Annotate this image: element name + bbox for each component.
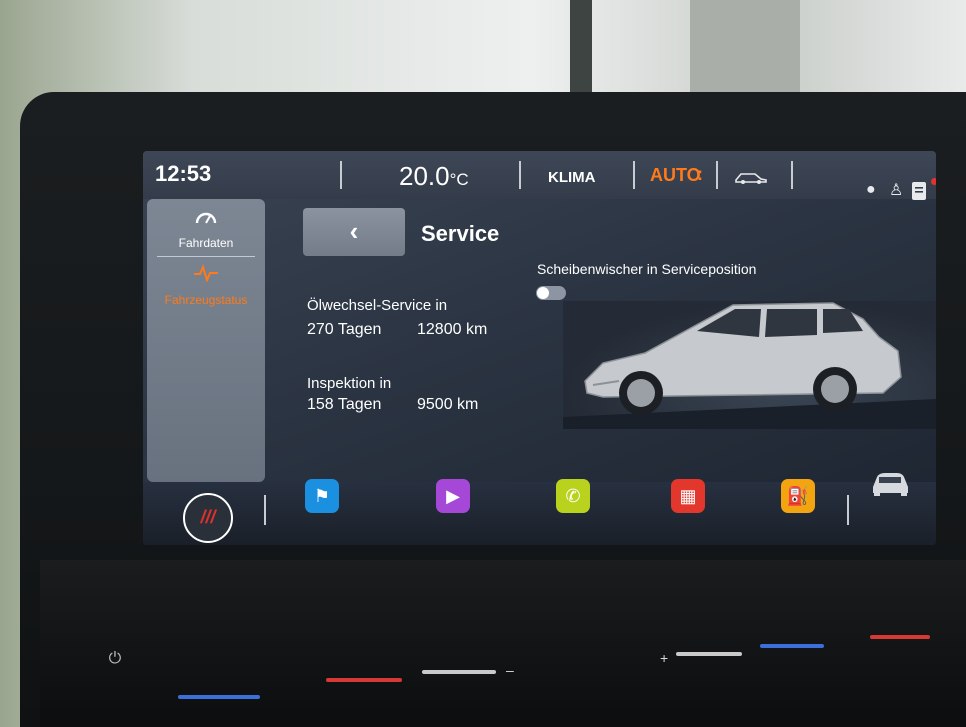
inspection-days: 158 Tagen [307, 396, 382, 413]
red-indicator-bar-right [870, 635, 930, 639]
driver-profile-icon[interactable]: ♙ [889, 180, 903, 200]
notification-badge [931, 178, 936, 185]
divider [633, 161, 635, 189]
vehicle-stage [563, 301, 936, 429]
temperature-unit: °C [449, 170, 469, 189]
power-icon[interactable]: ⏻ [106, 650, 124, 668]
sidebar: Fahrdaten Fahrzeugstatus [147, 199, 265, 482]
apps-menu-icon[interactable]: ▦ [671, 479, 705, 513]
divider [791, 161, 793, 189]
plus-icon[interactable]: + [660, 650, 668, 666]
globe-icon[interactable]: ● [866, 181, 876, 199]
auto-climate-button[interactable]: AUTO [650, 165, 701, 186]
navigation-app-icon[interactable]: ⚑ [305, 479, 339, 513]
seat-heating-button[interactable]: /// [183, 493, 233, 543]
white-indicator-bar [422, 670, 496, 674]
white-indicator-bar-right [676, 652, 742, 656]
speedometer-icon [195, 212, 217, 224]
page-title: Service [421, 221, 500, 246]
dock-divider [847, 495, 849, 525]
status-bar: 12:53 20.0°C KLIMA AUTO : ● ♙ [143, 151, 936, 201]
sidebar-divider [157, 256, 255, 257]
oil-service-km: 12800 km [417, 321, 488, 338]
blue-indicator-bar-right [760, 644, 824, 648]
wiper-service-toggle[interactable] [536, 286, 566, 300]
divider [519, 161, 521, 189]
temperature-value: 20.0 [399, 161, 450, 191]
oil-service-days: 270 Tagen [307, 321, 382, 338]
vehicle-image [563, 302, 936, 429]
oil-service-label: Ölwechsel-Service in [307, 297, 448, 314]
fuel-app-icon[interactable]: ⛽ [781, 479, 815, 513]
dock-divider [264, 495, 266, 525]
red-indicator-bar [326, 678, 402, 682]
phone-app-icon[interactable]: ✆ [556, 479, 590, 513]
inspection-km: 9500 km [417, 396, 479, 413]
toggle-knob [537, 287, 549, 299]
temperature-display[interactable]: 20.0°C [399, 161, 469, 192]
divider [340, 161, 342, 189]
inspection-label: Inspektion in [307, 375, 392, 392]
klima-button[interactable]: KLIMA [548, 169, 596, 186]
clock: 12:53 [155, 161, 212, 186]
media-app-icon[interactable]: ▶ [436, 479, 470, 513]
blue-indicator-bar [178, 695, 260, 699]
car-airflow-icon[interactable] [733, 169, 769, 185]
sidebar-item-fahrdaten[interactable]: Fahrdaten [147, 236, 265, 250]
minus-icon[interactable]: – [506, 662, 514, 678]
vehicle-menu-icon[interactable] [869, 469, 911, 497]
infotainment-screen: 12:53 20.0°C KLIMA AUTO : ● ♙ Fahrdaten [143, 151, 936, 545]
app-dock [143, 482, 936, 545]
pulse-icon [194, 264, 218, 282]
wiper-service-label: Scheibenwischer in Serviceposition [537, 261, 757, 277]
auto-menu-icon[interactable]: : [697, 164, 703, 185]
climate-control-panel [40, 560, 966, 727]
back-button[interactable]: ‹ [303, 208, 405, 256]
divider [716, 161, 718, 189]
notification-icon[interactable] [911, 181, 927, 201]
sidebar-item-fahrzeugstatus[interactable]: Fahrzeugstatus [147, 293, 265, 307]
